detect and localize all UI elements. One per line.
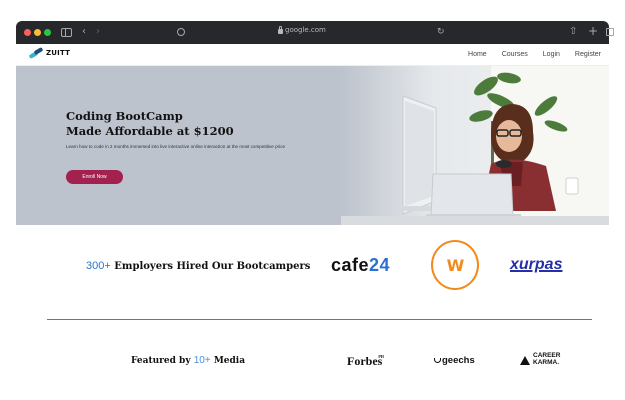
close-window-icon[interactable]: [24, 29, 31, 36]
hero-photo: [341, 66, 609, 225]
sidebar-icon[interactable]: [61, 28, 72, 37]
featured-prefix: Featured by: [131, 356, 191, 366]
cafe24-word: cafe: [331, 255, 370, 275]
forbes-sup: PH: [378, 354, 384, 359]
back-icon[interactable]: ‹: [82, 25, 86, 39]
site-navbar: ZUITT Home Courses Login Register: [16, 44, 609, 66]
logo-text: ZUITT: [46, 49, 71, 57]
employers-heading: 300+ Employers Hired Our Bootcampers: [86, 260, 310, 272]
xurpas-logo: xurpas: [510, 256, 563, 273]
forward-icon[interactable]: ›: [96, 25, 100, 39]
employers-count: 300+: [86, 260, 111, 272]
hero-title: Coding BootCamp Made Affordable at $1200: [66, 109, 266, 139]
reload-icon[interactable]: ↻: [437, 25, 445, 39]
geechs-icon: [434, 358, 441, 363]
cafe24-number: 24: [369, 255, 391, 275]
career-karma-line-2: KARMA.: [533, 358, 559, 366]
section-divider: [47, 319, 592, 320]
tab-overview-icon[interactable]: [606, 28, 614, 36]
nav-courses[interactable]: Courses: [502, 51, 528, 58]
w-logo-letter: W: [446, 255, 465, 275]
nav-home[interactable]: Home: [468, 51, 487, 58]
career-karma-logo: CAREER KARMA.: [520, 352, 560, 366]
enroll-now-button[interactable]: Enroll Now: [66, 170, 123, 184]
career-karma-icon: [520, 355, 531, 365]
minimize-window-icon[interactable]: [34, 29, 41, 36]
lock-icon: [278, 25, 283, 34]
featured-heading: Featured by 10+ Media: [131, 355, 245, 366]
shield-icon[interactable]: [177, 28, 185, 36]
featured-suffix: Media: [213, 356, 246, 366]
zuitt-logo-icon: [28, 47, 44, 59]
hero-title-line-2: Made Affordable at $1200: [66, 124, 234, 138]
nav-register[interactable]: Register: [575, 51, 601, 58]
share-icon[interactable]: ⇧: [569, 25, 577, 39]
geechs-logo: geechs: [434, 355, 475, 366]
w-logo: W: [431, 240, 479, 290]
address-url: google.com: [285, 26, 326, 34]
hero-banner: Coding BootCamp Made Affordable at $1200…: [16, 66, 609, 225]
browser-toolbar: ‹ › google.com ↻ ⇧ +: [16, 21, 614, 44]
geechs-text: geechs: [442, 355, 475, 366]
zoom-window-icon[interactable]: [44, 29, 51, 36]
new-tab-icon[interactable]: +: [588, 24, 598, 38]
hero-subtitle: Learn how to code in 2 months immersed i…: [66, 144, 286, 149]
employers-text: Employers Hired Our Bootcampers: [114, 261, 311, 272]
zuitt-logo[interactable]: ZUITT: [28, 47, 71, 59]
career-karma-text: CAREER KARMA.: [533, 352, 560, 366]
nav-links: Home Courses Login Register: [468, 51, 601, 58]
nav-login[interactable]: Login: [543, 51, 560, 58]
forbes-logo: ForbesPH: [347, 354, 384, 369]
address-bar[interactable]: google.com: [278, 25, 326, 34]
hero-title-line-1: Coding BootCamp: [66, 109, 183, 123]
cafe24-logo: cafe24: [331, 255, 390, 276]
featured-count: 10+: [193, 355, 211, 366]
